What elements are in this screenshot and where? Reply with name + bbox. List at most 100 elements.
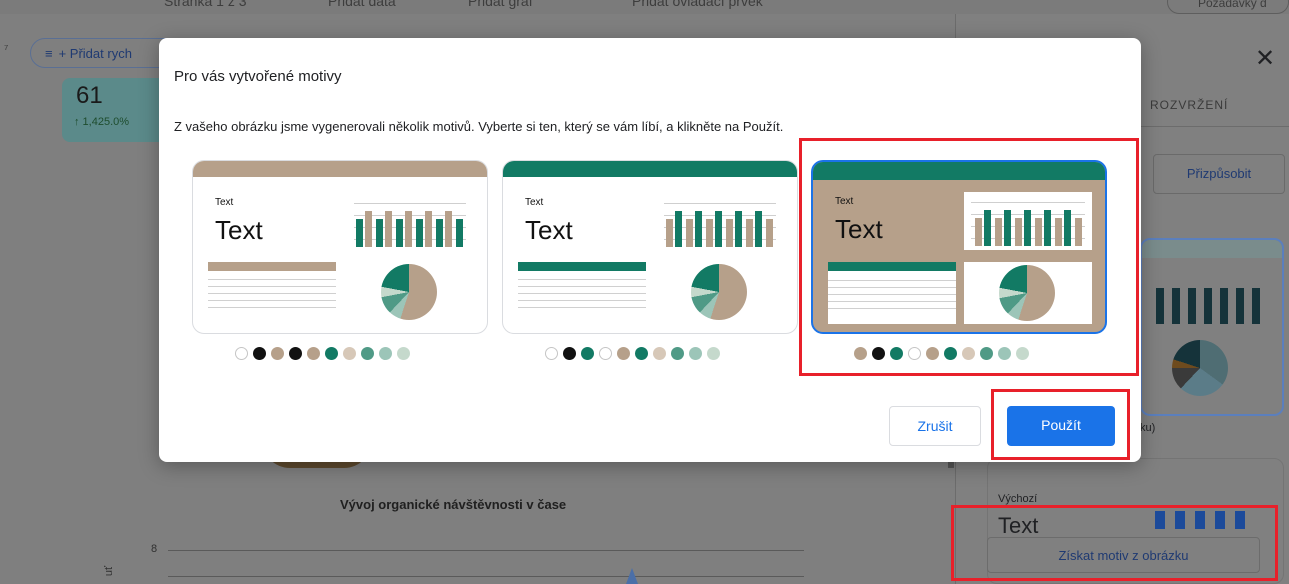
preview-bar — [405, 211, 412, 247]
add-chart-button[interactable]: Přidat graf — [468, 0, 533, 9]
preview-rule — [518, 293, 646, 294]
preview-bar — [695, 211, 702, 247]
annotation-box-apply — [991, 389, 1130, 460]
preview-bar — [766, 219, 773, 247]
theme-1-color-swatches — [235, 347, 410, 361]
page-indicator[interactable]: Stránka 1 z 3 — [164, 0, 247, 9]
preview-rule — [208, 293, 336, 294]
theme-header — [193, 161, 487, 177]
cancel-button[interactable]: Zrušit — [889, 406, 981, 446]
theme-preview-bar — [1204, 288, 1212, 324]
theme-preview-bar — [1220, 288, 1228, 324]
theme-preview-bar — [1156, 288, 1164, 324]
color-swatch — [545, 347, 558, 360]
theme-big-text: Text — [525, 215, 573, 245]
preview-pie — [381, 264, 437, 320]
scorecard-delta: ↑ 1,425.0% — [74, 116, 130, 128]
tab-layout[interactable]: ROZVRŽENÍ — [1150, 98, 1228, 112]
color-swatch — [689, 347, 702, 360]
default-theme-label: Výchozí — [998, 493, 1038, 505]
theme-small-text: Text — [525, 197, 544, 208]
color-swatch — [635, 347, 648, 360]
theme-preview-bar — [1236, 288, 1244, 324]
preview-bar — [356, 219, 363, 247]
chart-gridline — [664, 203, 776, 204]
preview-rule — [518, 300, 646, 301]
customize-button[interactable]: Přizpůsobit — [1153, 154, 1285, 194]
theme-preview-pie — [1172, 340, 1228, 396]
gridline — [168, 576, 804, 577]
theme-preview-bar — [1172, 288, 1180, 324]
y-axis-label: uť — [103, 565, 116, 577]
preview-rule — [208, 286, 336, 287]
preview-bar — [385, 211, 392, 247]
preview-bar — [715, 211, 722, 247]
preview-bar — [376, 219, 383, 247]
color-swatch — [671, 347, 684, 360]
theme-option-1[interactable]: Text Text — [192, 160, 488, 334]
preview-rule — [518, 307, 646, 308]
annotation-box-get-theme — [951, 505, 1278, 581]
scroll-tick — [948, 462, 954, 468]
theme-card-header — [1142, 240, 1282, 258]
tab-divider — [1140, 126, 1289, 127]
preview-bar — [746, 219, 753, 247]
color-swatch — [289, 347, 302, 360]
preview-rule — [208, 300, 336, 301]
preview-bar — [706, 219, 713, 247]
preview-bar — [755, 211, 762, 247]
color-swatch — [617, 347, 630, 360]
left-edge-mark: ⁷ — [4, 42, 9, 56]
color-swatch — [599, 347, 612, 360]
color-swatch — [653, 347, 666, 360]
preview-bar — [425, 211, 432, 247]
gridline — [168, 550, 804, 551]
theme-header — [503, 161, 797, 177]
color-swatch — [707, 347, 720, 360]
color-swatch — [235, 347, 248, 360]
preview-bar — [666, 219, 673, 247]
annotation-box-selected-theme — [799, 138, 1139, 376]
preview-rule — [518, 286, 646, 287]
preview-rule — [518, 279, 646, 280]
line-chart-title: Vývoj organické návštěvnosti v čase — [340, 497, 567, 512]
preview-bar — [726, 219, 733, 247]
add-data-button[interactable]: Přidat data — [328, 0, 396, 9]
dialog-title: Pro vás vytvořené motivy — [174, 68, 342, 85]
y-axis-tick: 8 — [151, 543, 158, 555]
preview-bar — [686, 219, 693, 247]
add-quick-filter-label: + Přidat rych — [58, 46, 132, 61]
preview-accent-bar — [518, 262, 646, 271]
preview-accent-bar — [208, 262, 336, 271]
color-swatch — [253, 347, 266, 360]
current-theme-card[interactable] — [1140, 238, 1284, 416]
preview-bar — [445, 211, 452, 247]
color-swatch — [361, 347, 374, 360]
add-control-button[interactable]: Přidat ovládací prvek — [632, 0, 763, 9]
preview-rule — [208, 279, 336, 280]
add-quick-filter-button[interactable]: ≡ + Přidat rych — [30, 38, 180, 68]
preview-rule — [208, 307, 336, 308]
color-swatch — [563, 347, 576, 360]
theme-option-2[interactable]: Text Text — [502, 160, 798, 334]
scorecard-value: 61 — [76, 82, 103, 109]
theme-2-color-swatches — [545, 347, 720, 361]
color-swatch — [307, 347, 320, 360]
theme-preview-bar — [1252, 288, 1260, 324]
color-swatch — [379, 347, 392, 360]
requests-button[interactable]: Požadavky d — [1167, 0, 1289, 14]
theme-big-text: Text — [215, 215, 263, 245]
theme-small-text: Text — [215, 197, 234, 208]
dialog-description: Z vašeho obrázku jsme vygenerovali někol… — [174, 119, 784, 134]
color-swatch — [343, 347, 356, 360]
chart-gridline — [354, 203, 466, 204]
toolbar: Stránka 1 z 3 Přidat data Přidat graf Př… — [0, 0, 1289, 14]
preview-pie — [691, 264, 747, 320]
preview-bar — [456, 219, 463, 247]
preview-bar — [365, 211, 372, 247]
preview-bar — [436, 219, 443, 247]
color-swatch — [581, 347, 594, 360]
color-swatch — [271, 347, 284, 360]
close-icon[interactable]: ✕ — [1255, 44, 1275, 73]
preview-bar — [396, 219, 403, 247]
